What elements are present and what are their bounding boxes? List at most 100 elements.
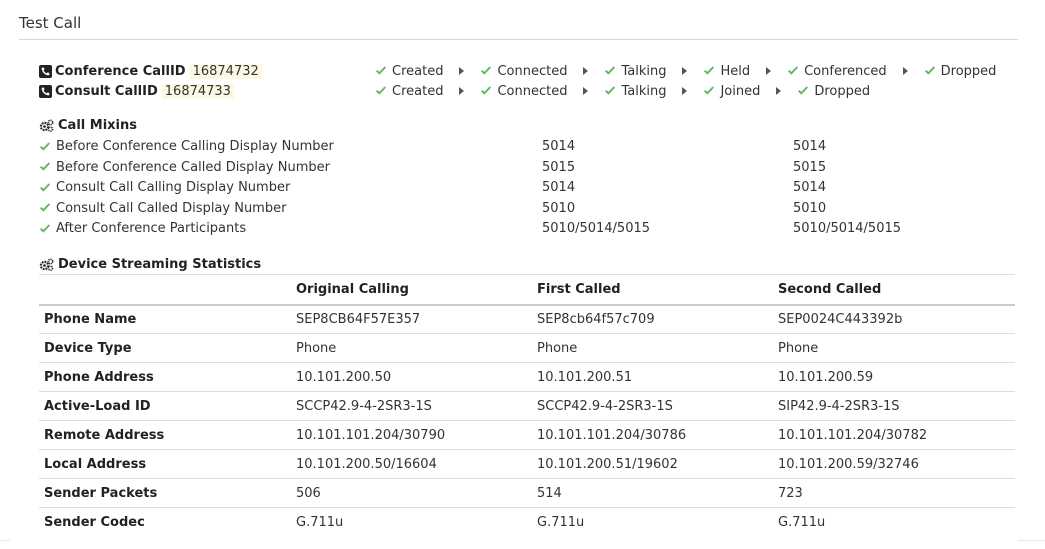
- row-label: Remote Address: [39, 420, 291, 450]
- caret-right-icon: [682, 67, 688, 75]
- check-icon: [481, 66, 492, 75]
- check-icon: [788, 66, 799, 75]
- mixin-name: Consult Call Called Display Number: [56, 200, 287, 216]
- table-cell: SIP42.9-4-2SR3-1S: [773, 391, 1015, 421]
- device-stats-heading: Device Streaming Statistics: [39, 257, 261, 272]
- mixin-name-cell: After Conference Participants: [39, 221, 246, 236]
- caret-right-icon: [459, 67, 465, 75]
- device-stats-table: Original Calling First Called Second Cal…: [39, 274, 1015, 537]
- mixin-actual-value: 5014: [793, 180, 827, 195]
- gears-icon: [39, 258, 54, 271]
- call-state-label: Created: [392, 83, 444, 99]
- mixin-name: Before Conference Calling Display Number: [56, 139, 334, 154]
- table-cell: SEP0024C443392b: [773, 304, 1015, 334]
- table-cell: 10.101.200.50/16604: [291, 449, 532, 479]
- check-icon: [605, 86, 616, 95]
- call-state-label: Dropped: [940, 63, 997, 79]
- check-icon: [704, 66, 715, 75]
- caret-right-icon: [583, 67, 589, 75]
- check-icon: [924, 66, 935, 75]
- call-state-label: Created: [392, 63, 444, 79]
- table-cell: Phone: [291, 333, 532, 363]
- table-cell: 10.101.200.51/19602: [532, 449, 773, 479]
- row-label: Device Type: [39, 333, 291, 363]
- mixin-expected-value: 5010: [542, 200, 576, 216]
- check-icon: [40, 223, 50, 233]
- caret-right-icon: [776, 87, 782, 95]
- caret-right-icon: [902, 67, 908, 75]
- mixin-row: Before Conference Called Display Number 5…: [39, 160, 1019, 177]
- table-cell: 10.101.200.50: [291, 362, 532, 392]
- table-cell: Phone: [532, 333, 773, 363]
- check-icon: [376, 66, 386, 75]
- call-state: Connected: [480, 64, 567, 79]
- call-state: Dropped: [797, 84, 870, 99]
- call-state-label: Connected: [497, 63, 568, 79]
- table-cell: 10.101.200.59/32746: [773, 449, 1015, 479]
- mixin-row: Before Conference Calling Display Number…: [39, 139, 1019, 156]
- consult-callid-label: Consult CallID: [55, 83, 158, 99]
- conference-call-row: Conference CallID 16874732: [39, 62, 262, 80]
- call-mixins-heading: Call Mixins: [39, 118, 137, 133]
- column-header-second-called: Second Called: [773, 274, 1015, 306]
- call-state: Talking: [604, 64, 666, 79]
- mixin-actual-value: 5010: [793, 200, 827, 216]
- check-icon: [481, 86, 492, 95]
- mixin-name-cell: Consult Call Calling Display Number: [39, 180, 290, 195]
- mixin-actual-value: 5014: [793, 139, 827, 154]
- mixin-actual-value: 5010/5014/5015: [793, 221, 902, 236]
- column-header-first-called: First Called: [532, 274, 773, 306]
- call-mixins-title: Call Mixins: [58, 118, 137, 133]
- table-cell: SEP8CB64F57E357: [291, 304, 532, 334]
- check-icon: [605, 66, 616, 75]
- table-header-row: Original Calling First Called Second Cal…: [39, 274, 1015, 306]
- mixin-expected-value: 5014: [542, 180, 576, 195]
- call-state: Held: [703, 64, 750, 79]
- table-cell: SEP8cb64f57c709: [532, 304, 773, 334]
- call-state: Talking: [604, 84, 666, 99]
- phone-square-icon: [39, 84, 52, 98]
- table-row: Remote Address 10.101.101.204/30790 10.101…: [39, 420, 1015, 450]
- table-row: Sender Packets 506 514 723: [39, 478, 1015, 508]
- table-cell: 514: [532, 478, 773, 508]
- call-state-label: Talking: [621, 83, 667, 99]
- call-state: Connected: [480, 84, 567, 99]
- row-label: Local Address: [39, 449, 291, 479]
- mixin-row: After Conference Participants 5010/5014/5…: [39, 221, 1019, 238]
- call-state: Dropped: [924, 63, 997, 79]
- table-cell: 10.101.200.59: [773, 362, 1015, 392]
- call-state: Joined: [703, 84, 760, 99]
- check-icon: [40, 162, 50, 171]
- panel-divider: [19, 39, 1018, 40]
- table-row: Phone Address 10.101.200.50 10.101.200.51 1…: [39, 362, 1015, 392]
- table-row: Device Type Phone Phone Phone: [39, 333, 1015, 363]
- call-state-label: Dropped: [814, 83, 871, 99]
- check-icon: [40, 141, 50, 151]
- phone-square-icon: [39, 64, 52, 78]
- table-cell: 10.101.101.204/30786: [532, 420, 773, 450]
- mixin-name-cell: Before Conference Called Display Number: [39, 160, 330, 175]
- row-label: Phone Address: [39, 362, 291, 392]
- caret-right-icon: [583, 87, 589, 95]
- call-state-label: Joined: [720, 83, 761, 99]
- call-state: Conferenced: [787, 64, 887, 79]
- call-state: Created: [375, 84, 443, 99]
- row-label: Sender Packets: [39, 478, 291, 508]
- mixin-expected-value: 5015: [542, 159, 576, 175]
- check-icon: [376, 86, 386, 95]
- gears-icon: [39, 119, 54, 132]
- table-cell: 723: [773, 478, 1015, 508]
- consult-call-states: Created Connected Talking Joined Dropped: [375, 82, 870, 100]
- call-state: Created: [375, 64, 443, 79]
- consult-callid-value: 16874733: [161, 83, 234, 99]
- column-header: [39, 274, 291, 306]
- table-row: Phone Name SEP8CB64F57E357 SEP8cb64f57c709…: [39, 304, 1015, 334]
- consult-call-row: Consult CallID 16874733: [39, 82, 234, 100]
- mixin-name-cell: Consult Call Called Display Number: [39, 201, 286, 216]
- check-icon: [704, 86, 715, 95]
- mixin-name: Before Conference Called Display Number: [56, 159, 330, 175]
- call-state-label: Talking: [621, 63, 667, 79]
- table-cell: 506: [291, 478, 532, 508]
- table-cell: G.711u: [291, 507, 532, 537]
- check-icon: [40, 182, 50, 192]
